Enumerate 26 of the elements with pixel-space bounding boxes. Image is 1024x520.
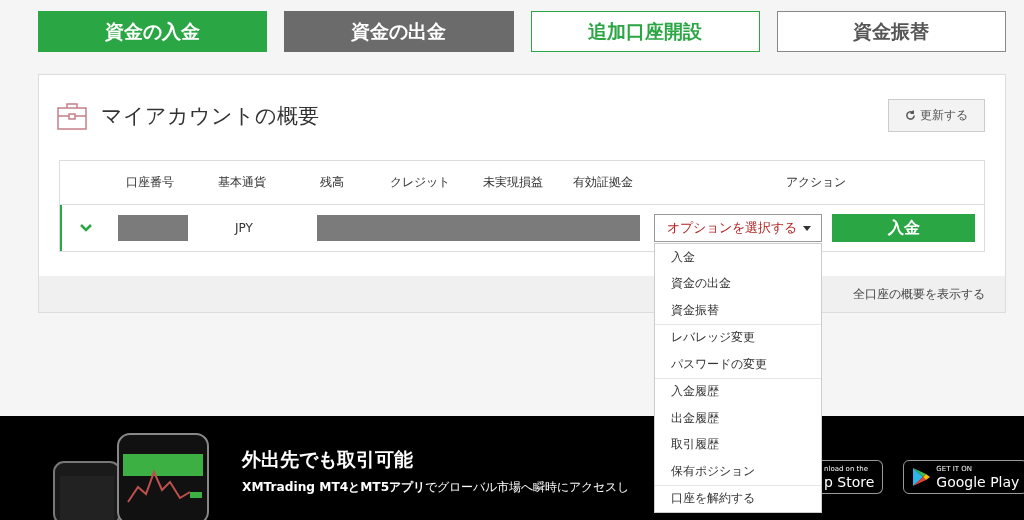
- column-header: アクション: [785, 174, 847, 191]
- column-header: 口座番号: [125, 174, 175, 191]
- options-select[interactable]: オプションを選択する: [654, 214, 822, 242]
- table-cell-text: JPY: [233, 221, 254, 235]
- column-header: 有効証拠金: [572, 174, 634, 191]
- column-header: 基本通貨: [217, 174, 267, 191]
- menu-item[interactable]: 口座を解約する: [655, 485, 821, 512]
- section-title: マイアカウントの概要: [101, 102, 320, 130]
- action-button[interactable]: 資金振替: [776, 11, 1006, 52]
- menu-item[interactable]: 取引履歴: [655, 431, 821, 458]
- action-button[interactable]: 資金の出金: [284, 11, 514, 52]
- menu-item[interactable]: 資金の出金: [655, 270, 821, 297]
- view-all-link[interactable]: 全口座の概要を表示する: [853, 285, 985, 303]
- menu-item[interactable]: 保有ポジション: [655, 458, 821, 485]
- refresh-button[interactable]: 更新する: [888, 99, 985, 132]
- column-header: クレジット: [389, 174, 451, 191]
- promo-title: 外出先でも取引可能: [242, 447, 414, 472]
- menu-item[interactable]: 入金: [655, 244, 821, 271]
- menu-item[interactable]: 資金振替: [655, 297, 821, 324]
- column-header: 未実現損益: [482, 174, 544, 191]
- menu-item[interactable]: 出金履歴: [655, 405, 821, 432]
- menu-item[interactable]: パスワードの変更: [655, 351, 821, 378]
- column-header: 残高: [319, 174, 345, 191]
- promo-subtitle: XMTrading MT4とMT5アプリでグローバル市場へ瞬時にアクセスし: [242, 479, 630, 496]
- menu-item[interactable]: 入金履歴: [655, 378, 821, 405]
- menu-item[interactable]: レバレッジ変更: [655, 324, 821, 351]
